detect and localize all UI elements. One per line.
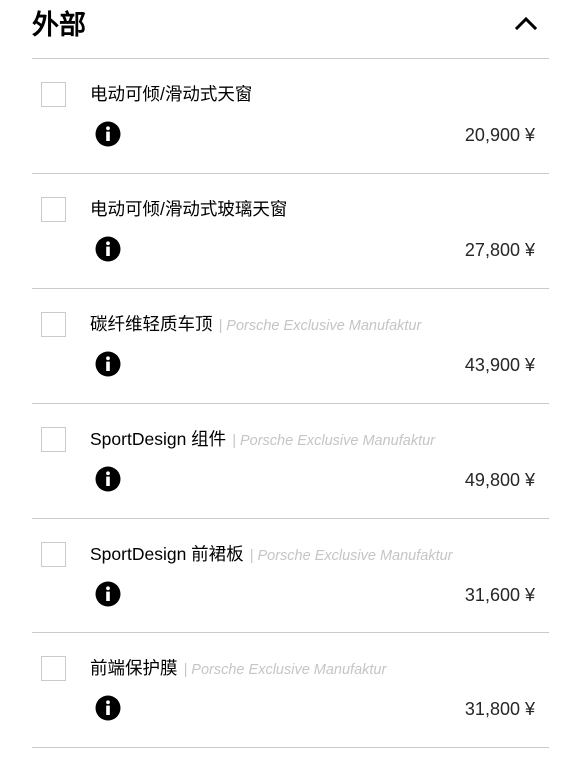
option-row: SportDesign 前裙板 | Porsche Exclusive Manuf… [32, 519, 549, 633]
option-row: 前端保护膜 | Porsche Exclusive Manufaktur 31,8… [32, 633, 549, 747]
option-name: 碳纤维轻质车顶 [90, 314, 213, 334]
info-icon[interactable] [95, 466, 121, 492]
option-label[interactable]: 电动可倾/滑动式天窗 [90, 81, 258, 110]
option-name: SportDesign 组件 [90, 429, 227, 449]
option-label[interactable]: 前端保护膜 | Porsche Exclusive Manufaktur [90, 655, 386, 684]
option-checkbox[interactable] [41, 312, 66, 337]
option-label[interactable]: 碳纤维轻质车顶 | Porsche Exclusive Manufaktur [90, 311, 421, 340]
exterior-section-header[interactable]: 外部 [32, 0, 549, 58]
option-price: 27,800 ¥ [464, 240, 535, 260]
option-manufaktur-tag: | Porsche Exclusive Manufaktur [249, 548, 453, 564]
option-label[interactable]: SportDesign 前裙板 | Porsche Exclusive Manuf… [90, 541, 453, 570]
option-name: 电动可倾/滑动式玻璃天窗 [90, 199, 288, 219]
option-row: SportDesign 组件 | Porsche Exclusive Manufa… [32, 404, 549, 518]
info-icon[interactable] [95, 121, 121, 147]
divider [32, 747, 549, 748]
option-row: 电动可倾/滑动式玻璃天窗 27,800 ¥ [32, 174, 549, 288]
info-icon[interactable] [95, 581, 121, 607]
option-manufaktur-tag: | Porsche Exclusive Manufaktur [218, 318, 422, 334]
option-price: 31,800 ¥ [464, 699, 535, 719]
option-price: 20,900 ¥ [464, 125, 535, 145]
option-price: 43,900 ¥ [464, 355, 535, 375]
option-checkbox[interactable] [41, 427, 66, 452]
option-price: 31,600 ¥ [464, 585, 535, 605]
option-row: 碳纤维轻质车顶 | Porsche Exclusive Manufaktur 43… [32, 289, 549, 403]
option-manufaktur-tag: | Porsche Exclusive Manufaktur [232, 433, 435, 449]
info-icon[interactable] [95, 351, 121, 377]
section-title: 外部 [32, 10, 86, 40]
option-checkbox[interactable] [41, 542, 66, 567]
chevron-up-icon[interactable] [513, 10, 539, 36]
option-name: 前端保护膜 [90, 658, 178, 678]
info-icon[interactable] [95, 236, 121, 262]
option-row: 电动可倾/滑动式天窗 20,900 ¥ [32, 59, 549, 173]
option-name: 电动可倾/滑动式天窗 [90, 84, 253, 104]
option-checkbox[interactable] [41, 197, 66, 222]
option-manufaktur-tag: | Porsche Exclusive Manufaktur [183, 662, 387, 678]
option-name: SportDesign 前裙板 [90, 544, 244, 564]
info-icon[interactable] [95, 695, 121, 721]
option-label[interactable]: SportDesign 组件 | Porsche Exclusive Manufa… [90, 426, 435, 455]
option-price: 49,800 ¥ [464, 470, 535, 490]
option-checkbox[interactable] [41, 82, 66, 107]
option-label[interactable]: 电动可倾/滑动式玻璃天窗 [90, 196, 293, 225]
option-checkbox[interactable] [41, 656, 66, 681]
